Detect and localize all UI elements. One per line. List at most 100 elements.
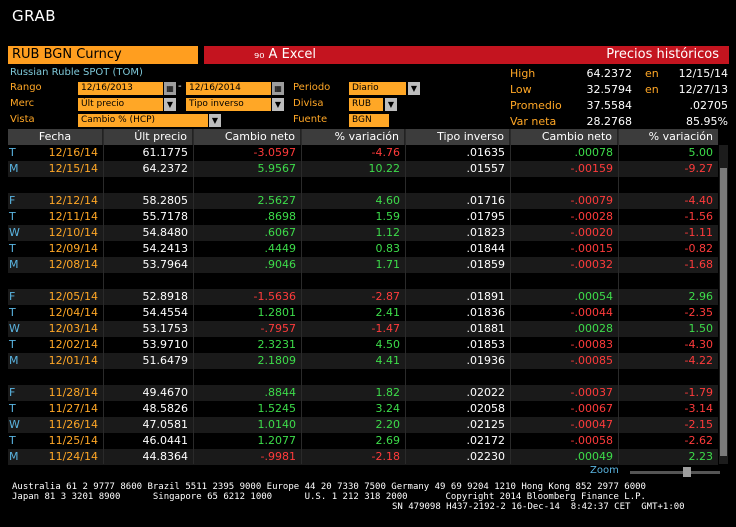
col-inv-cambio-neto[interactable]: Cambio neto: [510, 129, 618, 145]
merc2-select[interactable]: Tipo inverso: [186, 98, 271, 111]
var-neta-label: Var neta: [510, 115, 557, 128]
row-weekday: F: [9, 194, 16, 207]
row-date: 12/05/14: [48, 290, 98, 303]
row-date: 11/27/14: [48, 402, 98, 415]
row-pct-change: 1.59: [375, 210, 401, 223]
row-weekday: T: [9, 402, 16, 415]
periodo-select[interactable]: Diario: [349, 82, 406, 95]
row-inv-net-change: -.00159: [570, 162, 613, 175]
table-row[interactable]: T 11/27/14 48.5826 1.5245 3.24 .02058 -.00067 -…: [8, 401, 718, 417]
row-inv-net-change: .00028: [574, 322, 614, 335]
col-fecha[interactable]: Fecha: [8, 129, 103, 145]
table-row[interactable]: F 12/05/14 52.8918 -1.5636 -2.87 .01891 .00054…: [8, 289, 718, 305]
fuente-field[interactable]: BGN: [349, 114, 389, 127]
table-row[interactable]: W 12/03/14 53.1753 -.7957 -1.47 .01881 .00028 1…: [8, 321, 718, 337]
row-price: 64.2372: [142, 162, 189, 175]
dropdown-arrow-icon[interactable]: ▼: [209, 114, 221, 127]
page-title: Precios históricos: [366, 46, 729, 64]
row-inverse-rate: .02058: [466, 402, 506, 415]
row-date: 12/02/14: [48, 338, 98, 351]
table-row[interactable]: W 12/10/14 54.8480 .6067 1.12 .01823 -.00020 -1…: [8, 225, 718, 241]
vista-select[interactable]: Cambio % (HCP): [78, 114, 208, 127]
row-weekday: T: [9, 210, 16, 223]
row-weekday: T: [9, 242, 16, 255]
security-description: Russian Ruble SPOT (TOM): [10, 67, 143, 78]
table-row[interactable]: M 12/08/14 53.7964 .9046 1.71 .01859 -.00032 -1…: [8, 257, 718, 273]
table-row[interactable]: F 12/12/14 58.2805 2.5627 4.60 .01716 -.00079 -…: [8, 193, 718, 209]
col-tipo-inverso[interactable]: Tipo inverso: [405, 129, 510, 145]
col-pct-variacion[interactable]: % variación: [301, 129, 405, 145]
table-row[interactable]: M 12/01/14 51.6479 2.1809 4.41 .01936 -.00085 -…: [8, 353, 718, 369]
table-row[interactable]: M 12/15/14 64.2372 5.9567 10.22 .01557 -.00159…: [8, 161, 718, 177]
row-pct-change: 2.69: [375, 434, 401, 447]
table-row[interactable]: W 11/26/14 47.0581 1.0140 2.20 .02125 -.00047 -…: [8, 417, 718, 433]
divisa-select[interactable]: RUB: [349, 98, 383, 111]
dropdown-arrow-icon[interactable]: ▼: [164, 98, 176, 111]
row-date: 12/09/14: [48, 242, 98, 255]
table-row[interactable]: T 12/04/14 54.4554 1.2801 2.41 .01836 -.00044 -…: [8, 305, 718, 321]
row-net-change: 1.5245: [257, 402, 297, 415]
row-date: 12/12/14: [48, 194, 98, 207]
row-pct-change: 1.12: [375, 226, 401, 239]
dropdown-arrow-icon[interactable]: ▼: [408, 82, 420, 95]
scrollbar-thumb[interactable]: [720, 168, 727, 456]
fuente-label: Fuente: [293, 114, 328, 125]
row-weekday: W: [9, 226, 20, 239]
high-value: 64.2372: [586, 67, 633, 80]
row-weekday: T: [9, 338, 16, 351]
row-net-change: 1.2077: [257, 434, 297, 447]
row-inverse-rate: .02125: [466, 418, 506, 431]
zoom-slider[interactable]: [630, 471, 720, 474]
row-date: 11/24/14: [48, 450, 98, 463]
row-inverse-rate: .01557: [466, 162, 506, 175]
dropdown-arrow-icon[interactable]: ▼: [385, 98, 397, 111]
export-excel-button[interactable]: ₉₀ A Excel: [204, 46, 366, 64]
high-date: 12/15/14: [678, 67, 728, 80]
row-inv-pct-change: -0.82: [684, 242, 713, 255]
row-net-change: -3.0597: [253, 146, 296, 159]
row-weekday: W: [9, 322, 20, 335]
calendar-icon[interactable]: ▦: [164, 82, 176, 95]
col-cambio-neto[interactable]: Cambio neto: [193, 129, 301, 145]
row-inv-net-change: .00049: [574, 450, 614, 463]
row-inv-net-change: -.00037: [570, 386, 613, 399]
table-row[interactable]: T 12/11/14 55.7178 .8698 1.59 .01795 -.00028 -1…: [8, 209, 718, 225]
merc-select[interactable]: Últ precio: [78, 98, 163, 111]
row-price: 53.7964: [142, 258, 189, 271]
row-inv-net-change: -.00015: [570, 242, 613, 255]
row-price: 53.9710: [142, 338, 189, 351]
security-input[interactable]: RUB BGN Curncy: [8, 46, 198, 64]
row-net-change: 1.0140: [257, 418, 297, 431]
table-row[interactable]: M 11/24/14 44.8364 -.9981 -2.18 .02230 .00049 2…: [8, 449, 718, 465]
row-inv-net-change: -.00058: [570, 434, 613, 447]
merc-label: Merc: [10, 98, 35, 109]
zoom-label: Zoom: [590, 465, 619, 476]
start-date-field[interactable]: 12/16/2013: [78, 82, 163, 95]
row-inv-net-change: -.00020: [570, 226, 613, 239]
row-inv-pct-change: -2.35: [684, 306, 713, 319]
end-date-field[interactable]: 12/16/2014: [186, 82, 271, 95]
table-row[interactable]: F 11/28/14 49.4670 .8844 1.82 .02022 -.00037 -1…: [8, 385, 718, 401]
window-title: GRAB: [12, 7, 56, 25]
table-row[interactable]: T 12/09/14 54.2413 .4449 0.83 .01844 -.00015 -0…: [8, 241, 718, 257]
calendar-icon[interactable]: ▦: [272, 82, 284, 95]
row-inverse-rate: .02172: [466, 434, 506, 447]
promedio-label: Promedio: [510, 99, 562, 112]
periodo-label: Periodo: [293, 82, 331, 93]
row-inv-net-change: -.00044: [570, 306, 613, 319]
row-pct-change: 2.20: [375, 418, 401, 431]
row-weekday: F: [9, 386, 16, 399]
row-inverse-rate: .01844: [466, 242, 506, 255]
dropdown-arrow-icon[interactable]: ▼: [272, 98, 284, 111]
col-ult-precio[interactable]: Últ precio: [103, 129, 193, 145]
table-row[interactable]: T 11/25/14 46.0441 1.2077 2.69 .02172 -.00058 -…: [8, 433, 718, 449]
col-inv-pct-variacion[interactable]: % variación: [618, 129, 718, 145]
footer-contacts-line2: Japan 81 3 3201 8900 Singapore 65 6212 1…: [12, 492, 646, 502]
row-inv-net-change: .00078: [574, 146, 614, 159]
row-inv-net-change: -.00067: [570, 402, 613, 415]
row-pct-change: 4.41: [375, 354, 401, 367]
zoom-slider-handle[interactable]: [683, 467, 691, 477]
row-weekday: M: [9, 162, 19, 175]
table-row[interactable]: T 12/02/14 53.9710 2.3231 4.50 .01853 -.00083 -…: [8, 337, 718, 353]
table-row[interactable]: T 12/16/14 61.1775 -3.0597 -4.76 .01635 .00078…: [8, 145, 718, 161]
